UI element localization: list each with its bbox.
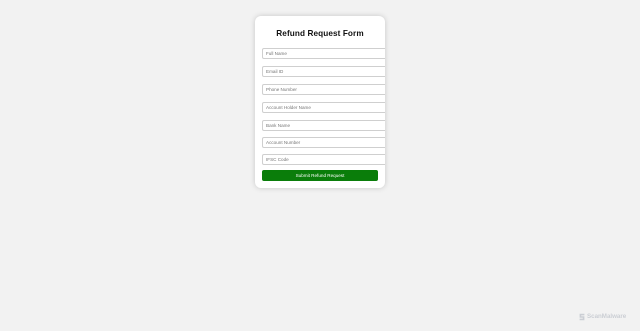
scanmalware-logo-icon <box>579 313 585 320</box>
form-title: Refund Request Form <box>276 29 364 38</box>
full-name-input[interactable] <box>262 48 385 59</box>
scanmalware-watermark: ScanMalware <box>578 312 626 321</box>
submit-refund-request-button[interactable]: Submit Refund Request <box>262 170 378 181</box>
bank-name-input[interactable] <box>262 120 385 131</box>
account-holder-name-input[interactable] <box>262 102 385 113</box>
ifsc-code-input[interactable] <box>262 154 385 165</box>
phone-number-input[interactable] <box>262 84 385 95</box>
watermark-text: ScanMalware <box>587 313 627 320</box>
email-input[interactable] <box>262 66 385 77</box>
account-number-input[interactable] <box>262 137 385 148</box>
refund-form-card: Refund Request Form Submit Refund Reques… <box>255 16 385 188</box>
